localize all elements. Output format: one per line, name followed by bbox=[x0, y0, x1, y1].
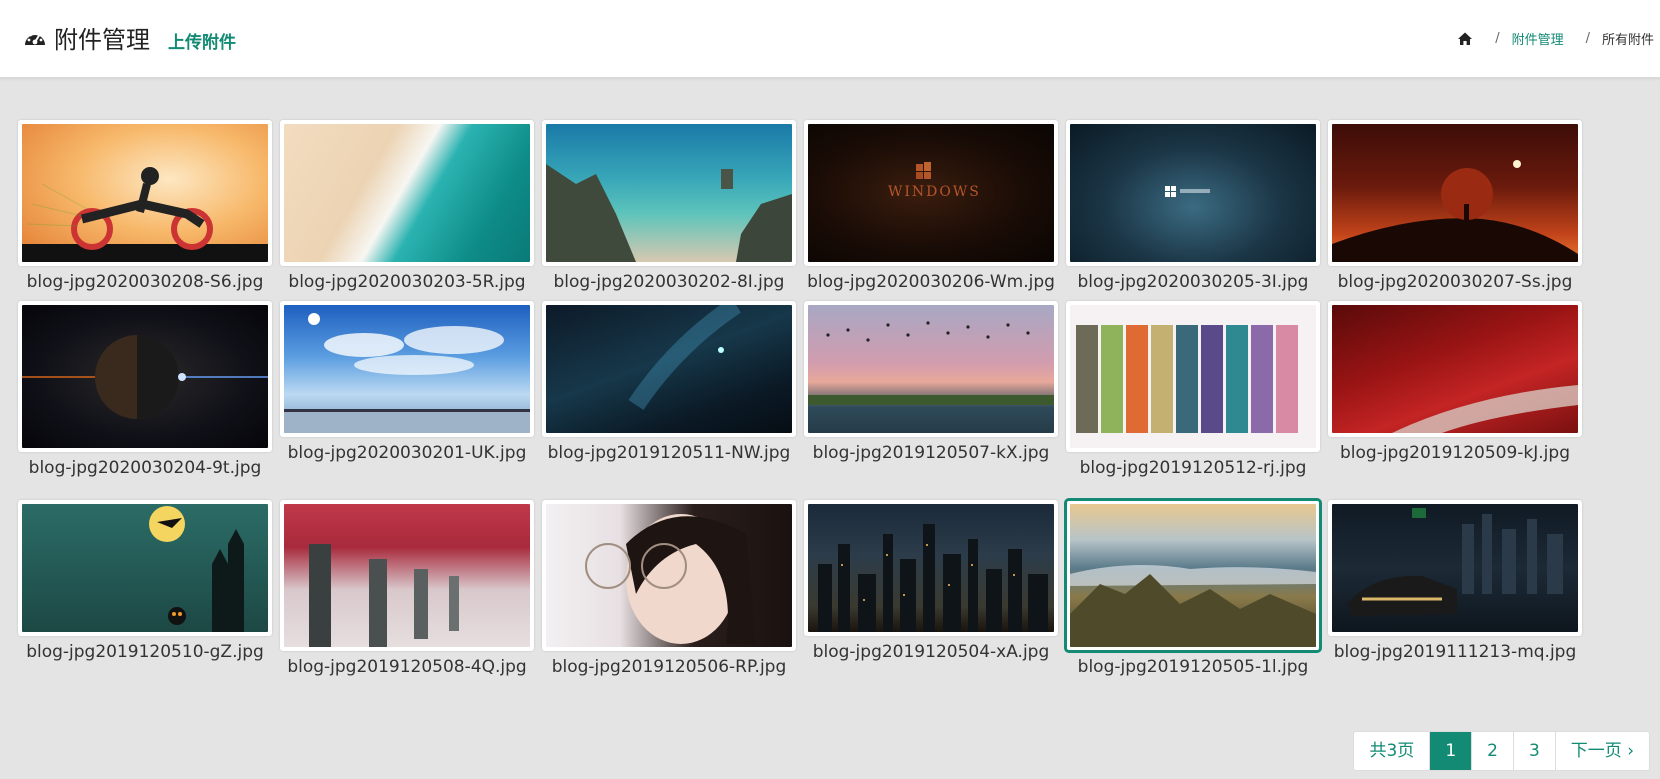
brand: 附件管理 上传附件 bbox=[22, 20, 236, 55]
attachment-tile: blog-jpg2019120510-gZ.jpg bbox=[18, 500, 278, 662]
attachment-tile: blog-jpg2019120509-kJ.jpg bbox=[1328, 301, 1588, 463]
pagination-total: 共3页 bbox=[1369, 741, 1415, 761]
attachment-tile: blog-jpg2020030201-UK.jpg bbox=[280, 301, 540, 463]
attachment-filename: blog-jpg2019120512-rj.jpg bbox=[1079, 458, 1307, 478]
pagination-page-2[interactable]: 2 bbox=[1471, 732, 1513, 770]
attachment-filename: blog-jpg2019120511-NW.jpg bbox=[547, 443, 791, 463]
attachment-thumbnail[interactable] bbox=[18, 301, 272, 452]
page-title: 附件管理 bbox=[54, 26, 150, 54]
attachment-thumbnail[interactable] bbox=[1328, 500, 1582, 636]
attachment-thumbnail[interactable] bbox=[18, 500, 272, 636]
pagination: 共3页 1 2 3 下一页 › bbox=[1353, 731, 1650, 771]
attachment-tile: blog-jpg2020030205-3I.jpg bbox=[1066, 120, 1326, 292]
attachment-thumbnail[interactable] bbox=[280, 120, 534, 266]
home-icon[interactable] bbox=[1457, 31, 1473, 47]
attachment-thumbnail[interactable]: WINDOWS bbox=[804, 120, 1058, 266]
attachment-filename: blog-jpg2019120507-kX.jpg bbox=[812, 443, 1050, 463]
attachment-filename: blog-jpg2020030208-S6.jpg bbox=[26, 272, 264, 292]
attachment-thumbnail[interactable] bbox=[804, 301, 1058, 437]
attachment-thumbnail[interactable] bbox=[280, 500, 534, 651]
attachment-thumbnail[interactable] bbox=[1328, 120, 1582, 266]
attachment-tile: blog-jpg2020030208-S6.jpg bbox=[18, 120, 278, 292]
dashboard-icon bbox=[22, 25, 48, 51]
attachment-filename: blog-jpg2019120508-4Q.jpg bbox=[287, 657, 527, 677]
attachment-thumbnail[interactable] bbox=[280, 301, 534, 437]
breadcrumb-separator: / bbox=[1495, 31, 1500, 46]
attachment-tile: blog-jpg2020030202-8I.jpg bbox=[542, 120, 802, 292]
attachment-filename: blog-jpg2019120504-xA.jpg bbox=[812, 642, 1050, 662]
attachment-filename: blog-jpg2020030204-9t.jpg bbox=[28, 458, 262, 478]
attachment-thumbnail-selected[interactable] bbox=[1064, 498, 1322, 653]
attachment-filename: blog-jpg2020030205-3I.jpg bbox=[1077, 272, 1309, 292]
attachment-filename: blog-jpg2020030201-UK.jpg bbox=[287, 443, 527, 463]
attachment-filename: blog-jpg2020030202-8I.jpg bbox=[553, 272, 785, 292]
attachment-filename: blog-jpg2019120505-1l.jpg bbox=[1077, 657, 1309, 677]
attachment-filename: blog-jpg2019120506-RP.jpg bbox=[551, 657, 787, 677]
breadcrumb: / 附件管理 / 所有附件 bbox=[1457, 29, 1654, 48]
pagination-next[interactable]: 下一页 › bbox=[1554, 732, 1649, 770]
attachment-thumbnail[interactable] bbox=[18, 120, 272, 266]
attachment-thumbnail[interactable] bbox=[1328, 301, 1582, 437]
attachment-tile: blog-jpg2020030207-Ss.jpg bbox=[1328, 120, 1588, 292]
attachment-thumbnail[interactable] bbox=[542, 120, 796, 266]
attachment-thumbnail[interactable] bbox=[542, 301, 796, 437]
attachment-tile: blog-jpg2019120511-NW.jpg bbox=[542, 301, 802, 463]
breadcrumb-separator: / bbox=[1585, 31, 1590, 46]
attachment-tile: blog-jpg2019120507-kX.jpg bbox=[804, 301, 1064, 463]
attachment-filename: blog-jpg2019120509-kJ.jpg bbox=[1339, 443, 1570, 463]
attachment-tile: blog-jpg2019120506-RP.jpg bbox=[542, 500, 802, 677]
attachment-tile: WINDOWS blog-jpg2020030206-Wm.jpg bbox=[804, 120, 1064, 292]
attachment-tile: blog-jpg2019120508-4Q.jpg bbox=[280, 500, 540, 677]
breadcrumb-attachment-management[interactable]: 附件管理 bbox=[1512, 29, 1564, 48]
svg-text:WINDOWS: WINDOWS bbox=[888, 184, 981, 200]
upload-attachment-link[interactable]: 上传附件 bbox=[168, 28, 236, 53]
attachment-tile: blog-jpg2019111213-mq.jpg bbox=[1328, 500, 1588, 662]
attachment-tile: blog-jpg2020030203-5R.jpg bbox=[280, 120, 540, 292]
attachment-tile: blog-jpg2019120512-rj.jpg bbox=[1066, 301, 1326, 478]
attachment-tile: blog-jpg2020030204-9t.jpg bbox=[18, 301, 278, 478]
attachment-filename: blog-jpg2020030206-Wm.jpg bbox=[807, 272, 1055, 292]
top-header: 附件管理 上传附件 / 附件管理 / 所有附件 bbox=[0, 0, 1660, 78]
attachment-filename: blog-jpg2019120510-gZ.jpg bbox=[26, 642, 264, 662]
attachment-thumbnail[interactable] bbox=[542, 500, 796, 651]
pagination-page-3[interactable]: 3 bbox=[1512, 732, 1555, 770]
attachment-tile: blog-jpg2019120505-1l.jpg bbox=[1064, 498, 1326, 677]
attachment-thumbnail[interactable] bbox=[1066, 120, 1320, 266]
attachment-tile: blog-jpg2019120504-xA.jpg bbox=[804, 500, 1064, 662]
attachment-filename: blog-jpg2020030207-Ss.jpg bbox=[1337, 272, 1573, 292]
breadcrumb-all-attachments: 所有附件 bbox=[1601, 33, 1654, 48]
attachment-filename: blog-jpg2019111213-mq.jpg bbox=[1333, 642, 1577, 662]
attachment-thumbnail[interactable] bbox=[804, 500, 1058, 636]
attachment-filename: blog-jpg2020030203-5R.jpg bbox=[288, 272, 526, 292]
attachment-thumbnail[interactable] bbox=[1066, 301, 1320, 452]
pagination-page-1[interactable]: 1 bbox=[1429, 732, 1472, 770]
